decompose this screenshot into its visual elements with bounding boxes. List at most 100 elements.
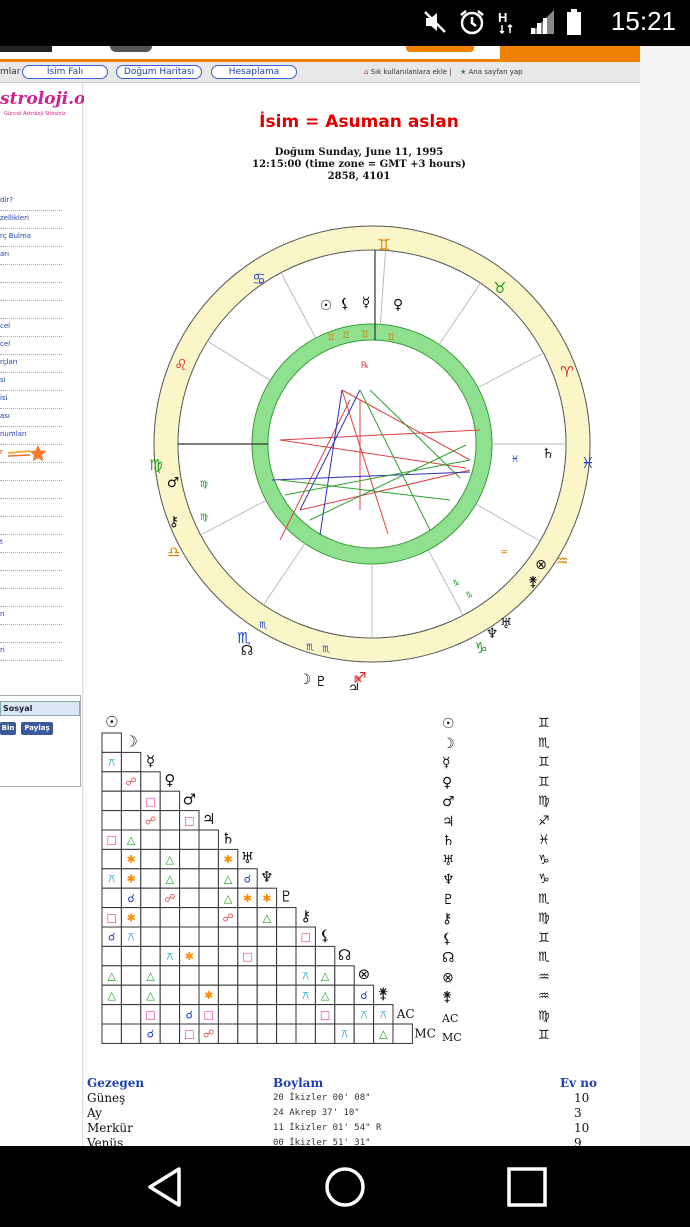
planet-glyph: ♂	[442, 794, 455, 810]
birth-coords: 2858, 4101	[327, 171, 391, 182]
grid-planet-label: ⚷	[300, 907, 311, 925]
sidebar-link[interactable]: dir?	[0, 193, 62, 211]
sidebar-link[interactable]: si	[0, 373, 62, 391]
aspect-symbol-square: □	[106, 911, 116, 924]
sidebar-link[interactable]	[0, 553, 62, 571]
grid-cell	[101, 1004, 122, 1025]
sidebar-link[interactable]: ri	[0, 643, 62, 661]
degree-marker: ♑	[465, 591, 473, 601]
grid-cell	[198, 868, 219, 889]
web-page[interactable]: mlar İsim Falı Doğum Haritası Hesaplama …	[0, 46, 690, 1146]
sidebar-link[interactable]	[0, 625, 62, 643]
grid-cell	[198, 829, 219, 850]
grid-cell	[159, 907, 181, 928]
sidebar-link[interactable]: arı	[0, 247, 62, 265]
nav-isim-fali-button[interactable]: İsim Falı	[22, 65, 108, 79]
grid-cell	[256, 1023, 278, 1044]
planet-glyph: ☊	[442, 950, 455, 966]
planet-glyph: ⚵	[528, 574, 538, 590]
sidebar-link[interactable]	[0, 499, 62, 517]
planet-glyph: ⚵	[442, 989, 453, 1005]
sidebar-link[interactable]	[0, 589, 62, 607]
sidebar-link[interactable]: n	[0, 607, 62, 625]
aspect-symbol-trine: △	[166, 853, 175, 866]
home-icon[interactable]	[323, 1165, 367, 1209]
sidebar-link[interactable]: isi	[0, 391, 62, 409]
sidebar-link[interactable]: cel	[0, 337, 62, 355]
aspect-symbol-sextile: ✱	[126, 911, 135, 924]
aspect-symbol-square: □	[203, 1008, 213, 1021]
grid-cell	[276, 907, 297, 928]
sidebar-link[interactable]	[0, 571, 62, 589]
sidebar-link[interactable]	[0, 283, 62, 301]
svg-text:H: H	[498, 10, 507, 25]
sidebar-link[interactable]: rçları	[0, 355, 62, 373]
planet-sign-list: ☉ ♊ ☽ ♏ ☿ ♊ ♀ ♊ ♂ ♍ ♃ ♐ ♄ ♓ ♅ ♑ ♆ ♑ ♇ ♏ ⚷ ♍ ⚸ ♊ ☊ ♏ ⊗ ♒ ⚵ ♒ AC ♍ MC ♊	[438, 716, 568, 1046]
aspect-symbol-trine: △	[321, 970, 330, 983]
add-favorites-link[interactable]: ⌂ Sık kullanılanlara ekle |	[364, 68, 452, 76]
zodiac-sign-glyph: ♓	[581, 454, 594, 472]
house-icon: ⌂	[364, 68, 369, 76]
grid-cell	[159, 965, 181, 986]
aspect-symbol-conjunction: ☌	[360, 989, 367, 1002]
nav-hesaplama-button[interactable]: Hesaplama	[211, 65, 297, 79]
grid-cell	[120, 751, 142, 773]
sign-glyph: ♏	[538, 735, 550, 751]
sidebar-link[interactable]	[0, 301, 62, 319]
planet-glyph: MC	[442, 1031, 462, 1044]
social-like-button[interactable]: Bin	[0, 722, 16, 735]
grid-cell	[179, 848, 200, 870]
sign-glyph: ♊	[538, 716, 550, 731]
aspect-symbol-square: □	[145, 1008, 155, 1021]
planet-glyph: ☽	[299, 672, 312, 688]
grid-cell	[295, 1023, 316, 1044]
battery-icon	[566, 8, 582, 44]
nav-left-label: mlar	[0, 67, 21, 77]
grid-cell	[217, 1023, 239, 1044]
zodiac-sign-glyph: ♍	[150, 456, 163, 474]
grid-cell	[256, 1004, 278, 1025]
grid-cell	[295, 945, 316, 967]
sidebar-link[interactable]: cel	[0, 319, 62, 337]
zodiac-sign-glyph: ♋	[252, 270, 265, 288]
grid-cell	[217, 965, 239, 986]
zodiac-sign-glyph: ♌	[174, 356, 187, 374]
sidebar-link[interactable]: zellikleri	[0, 211, 62, 229]
col-gezegen: Gezegen	[87, 1076, 145, 1090]
degree-marker: ♑	[452, 579, 460, 589]
sidebar-link[interactable]	[0, 517, 62, 535]
grid-cell	[198, 887, 219, 909]
planet-glyph: ♀	[393, 297, 403, 313]
grid-cell	[198, 926, 219, 947]
planet-sign-row: ♀ ♊	[438, 775, 568, 794]
degree-marker: ♏	[259, 621, 267, 631]
header-button-fragment[interactable]	[406, 46, 474, 52]
sidebar-link[interactable]: ası	[0, 409, 62, 427]
grid-planet-label: MC	[414, 1026, 435, 1040]
zodiac-sign-glyph: ♈	[560, 363, 573, 381]
natal-chart-wheel: ♊♉♈♓♒♑♐♏♎♍♌♋☉ ⚸ ☿ ♀♂⚷♄⊗⚵♆♅☊☽ ♇ ♃♊ ♊ ♊ ♊♍♍♓♒♑♑♏♏ ♏…	[150, 225, 595, 690]
planet-sign-row: ♄ ♓	[438, 833, 568, 852]
set-homepage-link[interactable]: ★ Ana sayfan yap	[460, 68, 523, 76]
aspect-symbol-sextile: ✱	[185, 950, 194, 963]
recents-icon[interactable]	[506, 1166, 548, 1208]
sidebar-link[interactable]	[0, 481, 62, 499]
aspect-symbol-opposition: ☍	[145, 814, 156, 827]
aspect-symbol-square: □	[242, 950, 252, 963]
sign-glyph: ♏	[538, 891, 550, 907]
grid-cell	[217, 1004, 239, 1025]
col-boylam: Boylam	[273, 1076, 324, 1090]
grid-cell	[159, 790, 181, 812]
nav-dogum-haritasi-button[interactable]: Doğum Haritası	[116, 65, 202, 79]
sidebar-link[interactable]: t	[0, 535, 62, 553]
sidebar-link[interactable]: rç Bulma	[0, 229, 62, 247]
sidebar-link[interactable]	[0, 265, 62, 283]
nav-bar: mlar İsim Falı Doğum Haritası Hesaplama …	[0, 62, 640, 83]
back-icon[interactable]	[145, 1166, 185, 1208]
grid-planet-label: ☊	[338, 946, 351, 964]
grid-planet-label: ☿	[146, 752, 155, 770]
grid-cell	[237, 926, 258, 947]
planet-glyph: ⊗	[535, 557, 547, 573]
aspect-symbol-trine: △	[224, 873, 233, 886]
social-share-button[interactable]: Paylaş	[21, 722, 53, 735]
